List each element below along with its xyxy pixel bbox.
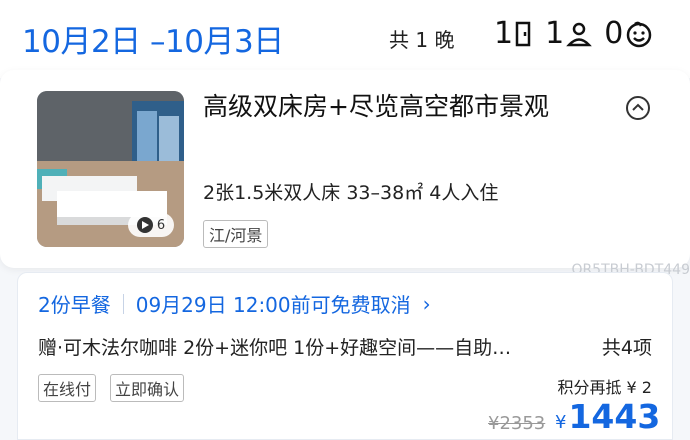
room-card: 6 高级双床房+尽览高空都市景观 2张1.5米双人床 33–38㎡ 4人入住 江… [0, 70, 690, 268]
original-price: ¥2353 [488, 413, 546, 434]
photo-count: 6 [156, 217, 166, 233]
points-discount: 积分再抵 ¥ 2 [557, 378, 652, 397]
rate-summary[interactable]: 2份早餐 09月29日 12:00前可免费取消 › [38, 289, 431, 318]
play-icon [136, 217, 153, 233]
photo-count-badge[interactable]: 6 [128, 213, 174, 237]
stay-header: 10月2日 –10月3日 共 1 晚 1 1 0 [0, 0, 690, 78]
rate-plan[interactable]: 2份早餐 09月29日 12:00前可免费取消 › 赠·可木法尔咖啡 2份+迷你… [17, 272, 673, 440]
chevron-right-icon: › [422, 291, 431, 316]
adults-count: 1 [545, 16, 565, 51]
rooms-count: 1 [494, 16, 514, 51]
nights-count: 共 1 晚 [389, 28, 455, 52]
door-icon [515, 21, 531, 46]
child-icon [627, 21, 652, 47]
currency-symbol: ¥ [555, 412, 567, 433]
divider [122, 293, 124, 314]
adult-icon [566, 22, 593, 46]
guest-counts[interactable]: 1 1 0 [494, 16, 665, 51]
tag-instant-confirm: 立即确认 [110, 374, 185, 402]
current-price: ¥1443 [555, 397, 660, 436]
collapse-icon[interactable] [626, 96, 650, 120]
children-count: 0 [604, 16, 624, 51]
tag-online-pay: 在线付 [38, 374, 97, 402]
cancel-policy: 09月29日 12:00前可免费取消 [135, 293, 411, 317]
room-title: 高级双床房+尽览高空都市景观 [203, 92, 549, 121]
breakfast-info: 2份早餐 [38, 293, 111, 317]
room-photo[interactable]: 6 [37, 91, 184, 247]
perks-list: 赠·可木法尔咖啡 2份+迷你吧 1份+好趣空间——自助… [38, 337, 512, 359]
room-specs: 2张1.5米双人床 33–38㎡ 4人入住 [203, 182, 499, 204]
price-amount: 1443 [568, 397, 661, 436]
date-range[interactable]: 10月2日 –10月3日 [22, 16, 284, 61]
perks-count[interactable]: 共4项 [602, 333, 652, 360]
view-tag: 江/河景 [203, 220, 269, 248]
